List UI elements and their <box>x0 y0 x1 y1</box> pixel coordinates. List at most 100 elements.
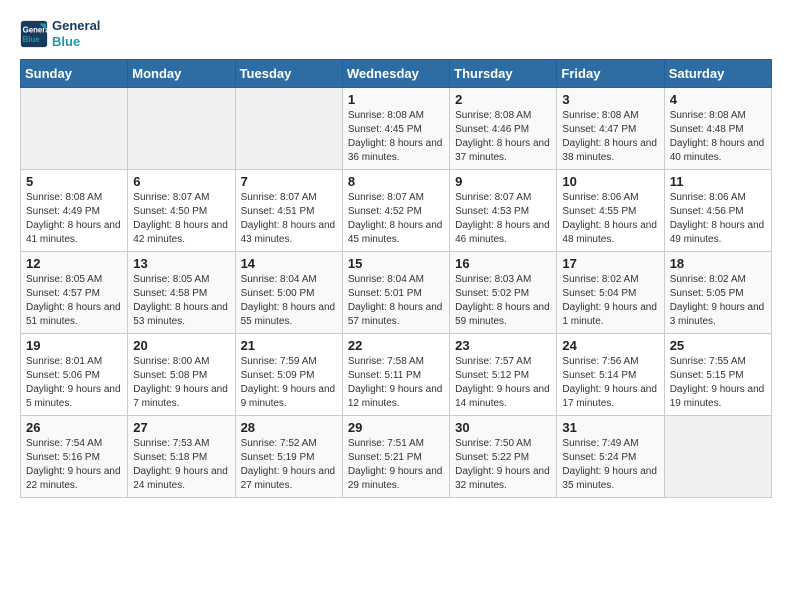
logo-text: GeneralBlue <box>52 18 100 49</box>
calendar-cell: 21 Sunrise: 7:59 AM Sunset: 5:09 PM Dayli… <box>235 334 342 416</box>
calendar-cell: 13 Sunrise: 8:05 AM Sunset: 4:58 PM Dayli… <box>128 252 235 334</box>
calendar-cell: 2 Sunrise: 8:08 AM Sunset: 4:46 PM Daylig… <box>450 88 557 170</box>
weekday-header-wednesday: Wednesday <box>342 60 449 88</box>
weekday-header-tuesday: Tuesday <box>235 60 342 88</box>
calendar-cell: 7Sunrise: 8:07 AM Sunset: 4:51 PM Daylig… <box>235 170 342 252</box>
day-info: Sunrise: 8:07 AM Sunset: 4:50 PM Dayligh… <box>133 191 229 247</box>
calendar-cell: 27 Sunrise: 7:53 AM Sunset: 5:18 PM Dayli… <box>128 416 235 498</box>
calendar-cell: 15 Sunrise: 8:04 AM Sunset: 5:01 PM Dayli… <box>342 252 449 334</box>
day-info: Sunrise: 8:04 AM Sunset: 5:01 PM Dayligh… <box>348 273 444 329</box>
day-info: Sunrise: 8:07 AM Sunset: 4:52 PM Dayligh… <box>348 191 444 247</box>
calendar-cell <box>21 88 128 170</box>
day-info: Sunrise: 8:00 AM Sunset: 5:08 PM Dayligh… <box>133 355 229 411</box>
weekday-header-monday: Monday <box>128 60 235 88</box>
week-row-1: 1 Sunrise: 8:08 AM Sunset: 4:45 PM Daylig… <box>21 88 772 170</box>
day-number: 15 <box>348 256 444 271</box>
day-info: Sunrise: 8:08 AM Sunset: 4:48 PM Dayligh… <box>670 109 766 165</box>
logo-icon: General Blue <box>20 20 48 48</box>
day-info: Sunrise: 7:54 AM Sunset: 5:16 PM Dayligh… <box>26 437 122 493</box>
week-row-3: 12 Sunrise: 8:05 AM Sunset: 4:57 PM Dayli… <box>21 252 772 334</box>
day-number: 3 <box>562 92 658 107</box>
calendar-header: SundayMondayTuesdayWednesdayThursdayFrid… <box>21 60 772 88</box>
day-info: Sunrise: 7:57 AM Sunset: 5:12 PM Dayligh… <box>455 355 551 411</box>
day-info: Sunrise: 8:03 AM Sunset: 5:02 PM Dayligh… <box>455 273 551 329</box>
day-number: 8 <box>348 174 444 189</box>
page: General Blue GeneralBlue SundayMondayTue… <box>0 0 792 516</box>
calendar-body: 1 Sunrise: 8:08 AM Sunset: 4:45 PM Daylig… <box>21 88 772 498</box>
calendar-cell: 22Sunrise: 7:58 AM Sunset: 5:11 PM Dayli… <box>342 334 449 416</box>
day-number: 22 <box>348 338 444 353</box>
day-number: 24 <box>562 338 658 353</box>
day-number: 11 <box>670 174 766 189</box>
calendar-cell: 6Sunrise: 8:07 AM Sunset: 4:50 PM Daylig… <box>128 170 235 252</box>
week-row-2: 5 Sunrise: 8:08 AM Sunset: 4:49 PM Daylig… <box>21 170 772 252</box>
day-number: 5 <box>26 174 122 189</box>
day-info: Sunrise: 7:52 AM Sunset: 5:19 PM Dayligh… <box>241 437 337 493</box>
calendar-cell: 8 Sunrise: 8:07 AM Sunset: 4:52 PM Daylig… <box>342 170 449 252</box>
calendar-cell: 26 Sunrise: 7:54 AM Sunset: 5:16 PM Dayli… <box>21 416 128 498</box>
day-number: 16 <box>455 256 551 271</box>
calendar-cell <box>128 88 235 170</box>
calendar-cell: 5 Sunrise: 8:08 AM Sunset: 4:49 PM Daylig… <box>21 170 128 252</box>
day-number: 12 <box>26 256 122 271</box>
weekday-header-sunday: Sunday <box>21 60 128 88</box>
logo-line1: General <box>52 18 100 34</box>
day-info: Sunrise: 8:08 AM Sunset: 4:46 PM Dayligh… <box>455 109 551 165</box>
day-info: Sunrise: 8:08 AM Sunset: 4:49 PM Dayligh… <box>26 191 122 247</box>
svg-text:Blue: Blue <box>23 34 41 43</box>
calendar-cell: 19Sunrise: 8:01 AM Sunset: 5:06 PM Dayli… <box>21 334 128 416</box>
calendar-cell: 28 Sunrise: 7:52 AM Sunset: 5:19 PM Dayli… <box>235 416 342 498</box>
day-number: 23 <box>455 338 551 353</box>
day-info: Sunrise: 7:53 AM Sunset: 5:18 PM Dayligh… <box>133 437 229 493</box>
day-number: 28 <box>241 420 337 435</box>
weekday-header-saturday: Saturday <box>664 60 771 88</box>
day-number: 29 <box>348 420 444 435</box>
day-info: Sunrise: 8:01 AM Sunset: 5:06 PM Dayligh… <box>26 355 122 411</box>
day-info: Sunrise: 8:07 AM Sunset: 4:51 PM Dayligh… <box>241 191 337 247</box>
calendar-cell: 23 Sunrise: 7:57 AM Sunset: 5:12 PM Dayli… <box>450 334 557 416</box>
calendar-cell: 12 Sunrise: 8:05 AM Sunset: 4:57 PM Dayli… <box>21 252 128 334</box>
calendar-cell: 10Sunrise: 8:06 AM Sunset: 4:55 PM Dayli… <box>557 170 664 252</box>
day-info: Sunrise: 7:55 AM Sunset: 5:15 PM Dayligh… <box>670 355 766 411</box>
weekday-row: SundayMondayTuesdayWednesdayThursdayFrid… <box>21 60 772 88</box>
day-number: 17 <box>562 256 658 271</box>
day-number: 31 <box>562 420 658 435</box>
day-number: 2 <box>455 92 551 107</box>
calendar-table: SundayMondayTuesdayWednesdayThursdayFrid… <box>20 59 772 498</box>
calendar-cell: 25 Sunrise: 7:55 AM Sunset: 5:15 PM Dayli… <box>664 334 771 416</box>
day-info: Sunrise: 8:07 AM Sunset: 4:53 PM Dayligh… <box>455 191 551 247</box>
day-number: 30 <box>455 420 551 435</box>
day-number: 21 <box>241 338 337 353</box>
calendar-cell: 30Sunrise: 7:50 AM Sunset: 5:22 PM Dayli… <box>450 416 557 498</box>
day-number: 4 <box>670 92 766 107</box>
calendar-cell: 3Sunrise: 8:08 AM Sunset: 4:47 PM Daylig… <box>557 88 664 170</box>
calendar-cell: 29Sunrise: 7:51 AM Sunset: 5:21 PM Dayli… <box>342 416 449 498</box>
calendar-cell: 18Sunrise: 8:02 AM Sunset: 5:05 PM Dayli… <box>664 252 771 334</box>
calendar-cell: 14Sunrise: 8:04 AM Sunset: 5:00 PM Dayli… <box>235 252 342 334</box>
day-number: 25 <box>670 338 766 353</box>
day-info: Sunrise: 8:02 AM Sunset: 5:05 PM Dayligh… <box>670 273 766 329</box>
day-number: 14 <box>241 256 337 271</box>
logo: General Blue GeneralBlue <box>20 18 100 49</box>
weekday-header-friday: Friday <box>557 60 664 88</box>
calendar-cell: 4 Sunrise: 8:08 AM Sunset: 4:48 PM Daylig… <box>664 88 771 170</box>
day-number: 27 <box>133 420 229 435</box>
day-info: Sunrise: 8:05 AM Sunset: 4:57 PM Dayligh… <box>26 273 122 329</box>
day-info: Sunrise: 7:59 AM Sunset: 5:09 PM Dayligh… <box>241 355 337 411</box>
week-row-5: 26 Sunrise: 7:54 AM Sunset: 5:16 PM Dayli… <box>21 416 772 498</box>
calendar-cell <box>664 416 771 498</box>
calendar-cell: 16 Sunrise: 8:03 AM Sunset: 5:02 PM Dayli… <box>450 252 557 334</box>
week-row-4: 19Sunrise: 8:01 AM Sunset: 5:06 PM Dayli… <box>21 334 772 416</box>
weekday-header-thursday: Thursday <box>450 60 557 88</box>
day-info: Sunrise: 7:56 AM Sunset: 5:14 PM Dayligh… <box>562 355 658 411</box>
calendar-cell: 24 Sunrise: 7:56 AM Sunset: 5:14 PM Dayli… <box>557 334 664 416</box>
day-number: 9 <box>455 174 551 189</box>
day-info: Sunrise: 7:49 AM Sunset: 5:24 PM Dayligh… <box>562 437 658 493</box>
header: General Blue GeneralBlue <box>20 18 772 49</box>
day-info: Sunrise: 8:05 AM Sunset: 4:58 PM Dayligh… <box>133 273 229 329</box>
day-number: 1 <box>348 92 444 107</box>
day-number: 13 <box>133 256 229 271</box>
day-info: Sunrise: 8:08 AM Sunset: 4:45 PM Dayligh… <box>348 109 444 165</box>
day-number: 26 <box>26 420 122 435</box>
day-info: Sunrise: 8:02 AM Sunset: 5:04 PM Dayligh… <box>562 273 658 329</box>
